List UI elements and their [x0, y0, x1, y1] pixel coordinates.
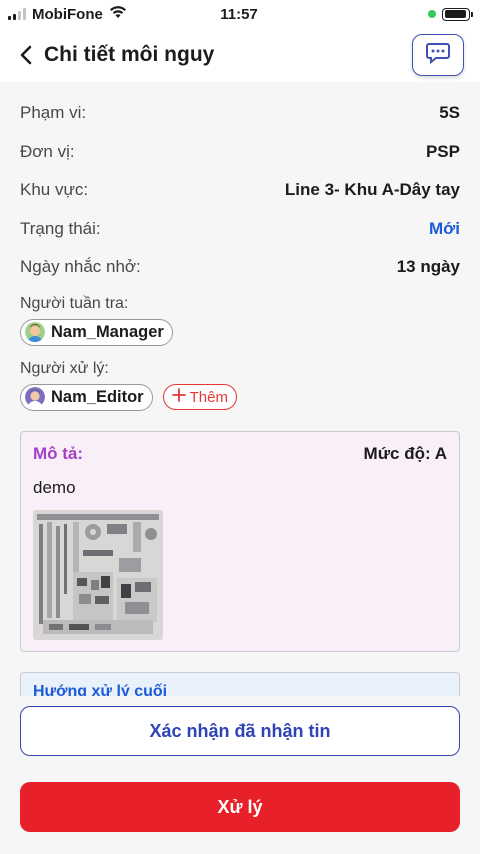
scope-label: Phạm vi:	[20, 103, 87, 123]
handler-chips: Nam_Editor Thêm	[0, 383, 480, 411]
status-left: MobiFone	[8, 5, 178, 23]
unit-value: PSP	[425, 141, 460, 161]
process-button[interactable]: Xử lý	[20, 782, 460, 832]
row-unit: Đơn vị: PSP	[0, 133, 480, 172]
guide-title: Hướng xử lý cuối	[33, 682, 168, 697]
reminder-value: 13 ngày	[396, 257, 460, 277]
page-title: Chi tiết môi nguy	[44, 43, 215, 66]
reminder-label: Ngày nhắc nhở:	[20, 257, 141, 277]
status-right	[300, 7, 473, 21]
hazard-photo[interactable]	[33, 509, 163, 640]
row-reminder: Ngày nhắc nhở: 13 ngày	[0, 248, 480, 287]
status-bar: MobiFone 11:57	[0, 0, 480, 28]
handler-user-name: Nam_Editor	[51, 387, 144, 406]
description-card: Mô tả: Mức độ: A demo	[20, 430, 460, 652]
battery-icon	[442, 7, 473, 21]
patrol-user-name: Nam_Manager	[51, 322, 164, 341]
wifi-icon	[109, 5, 127, 23]
unit-label: Đơn vị:	[20, 141, 75, 161]
avatar	[25, 387, 45, 407]
add-handler-button[interactable]: Thêm	[162, 384, 237, 410]
row-scope: Phạm vi: 5S	[0, 94, 480, 133]
privacy-dot-icon	[428, 10, 436, 18]
add-handler-label: Thêm	[189, 388, 228, 406]
area-label: Khu vực:	[20, 180, 89, 200]
battery-fill	[444, 10, 467, 18]
handler-user-chip[interactable]: Nam_Editor	[20, 383, 153, 411]
handler-label: Người xử lý:	[20, 359, 109, 377]
status-time: 11:57	[220, 5, 258, 23]
plus-icon	[171, 388, 186, 406]
area-value: Line 3- Khu A-Dây tay	[284, 180, 460, 200]
scope-value: 5S	[439, 103, 460, 123]
status-label: Trạng thái:	[20, 218, 101, 238]
bottom-actions: Xác nhận đã nhận tin Xử lý	[0, 696, 480, 854]
description-text: demo	[33, 477, 76, 497]
signal-icon	[8, 8, 26, 20]
guide-card: Hướng xử lý cuối	[20, 671, 460, 697]
carrier-name: MobiFone	[32, 5, 103, 23]
description-title: Mô tả:	[33, 443, 84, 463]
row-area: Khu vực: Line 3- Khu A-Dây tay	[0, 171, 480, 210]
severity-level: Mức độ: A	[363, 443, 447, 463]
chevron-left-icon[interactable]	[16, 45, 36, 65]
patrol-label: Người tuần tra:	[20, 294, 129, 312]
chat-button[interactable]	[412, 34, 464, 76]
avatar	[25, 322, 45, 342]
status-value: Mới	[429, 218, 460, 238]
row-status: Trạng thái: Mới	[0, 210, 480, 249]
chat-bubble-icon	[425, 41, 451, 70]
confirm-received-button[interactable]: Xác nhận đã nhận tin	[20, 706, 460, 756]
description-header: Mô tả: Mức độ: A	[33, 444, 447, 464]
header: Chi tiết môi nguy	[0, 28, 480, 82]
content-scroll[interactable]: Phạm vi: 5S Đơn vị: PSP Khu vực: Line 3-…	[0, 82, 480, 696]
patrol-chips: Nam_Manager	[0, 318, 480, 346]
patrol-user-chip[interactable]: Nam_Manager	[20, 318, 173, 346]
